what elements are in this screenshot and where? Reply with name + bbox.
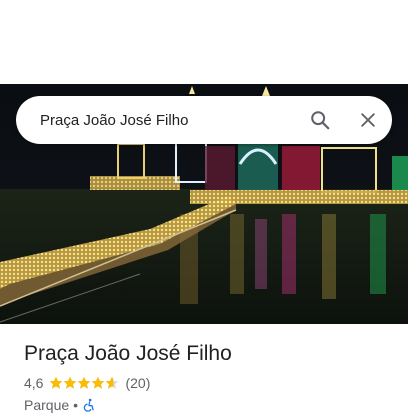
search-icon <box>311 111 330 130</box>
place-type: Parque <box>24 397 70 413</box>
search-input[interactable]: Praça João José Filho <box>40 112 296 129</box>
search-button[interactable] <box>296 96 344 144</box>
star-icon <box>92 376 105 389</box>
top-blank-area <box>0 0 408 84</box>
clear-button[interactable] <box>344 96 392 144</box>
star-rating <box>49 376 119 390</box>
place-type-row: Parque • <box>24 396 392 414</box>
rating-row[interactable]: 4,6 (20) <box>24 374 392 392</box>
star-icon <box>50 376 63 389</box>
wheelchair-icon <box>83 398 94 412</box>
star-icon <box>78 376 91 389</box>
search-bar[interactable]: Praça João José Filho <box>16 96 392 144</box>
place-info-panel[interactable]: Praça João José Filho 4,6 (20) Parque • <box>24 340 392 414</box>
star-icon <box>106 376 119 389</box>
separator-dot: • <box>73 397 79 413</box>
rating-value: 4,6 <box>24 375 44 391</box>
star-icon <box>64 376 77 389</box>
close-icon <box>361 113 375 127</box>
review-count[interactable]: (20) <box>125 375 150 391</box>
place-title: Praça João José Filho <box>24 342 232 365</box>
